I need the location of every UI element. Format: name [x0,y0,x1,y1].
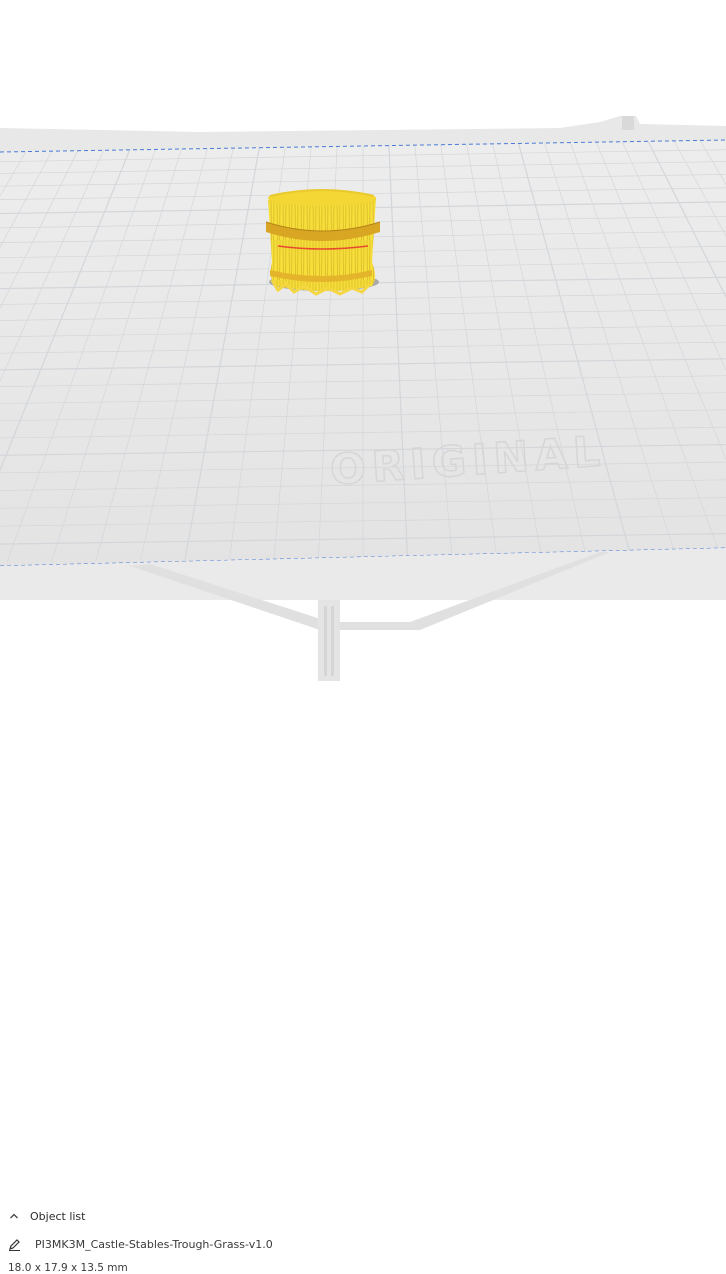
chevron-up-icon [8,1210,20,1222]
model-trough[interactable] [265,189,381,296]
pencil-icon [8,1238,21,1251]
object-list-title: Object list [30,1209,86,1223]
3d-viewport[interactable]: ORIGINAL [0,0,726,681]
object-list-item[interactable]: PI3MK3M_Castle-Stables-Trough-Grass-v1.0 [8,1235,273,1253]
object-list-toggle[interactable]: Object list [8,1206,85,1226]
object-name: PI3MK3M_Castle-Stables-Trough-Grass-v1.0 [35,1237,273,1251]
object-list-panel: Object list PI3MK3M_Castle-Stables-Troug… [0,600,726,1274]
object-dimensions: 18.0 x 17.9 x 13.5 mm [8,1262,128,1274]
